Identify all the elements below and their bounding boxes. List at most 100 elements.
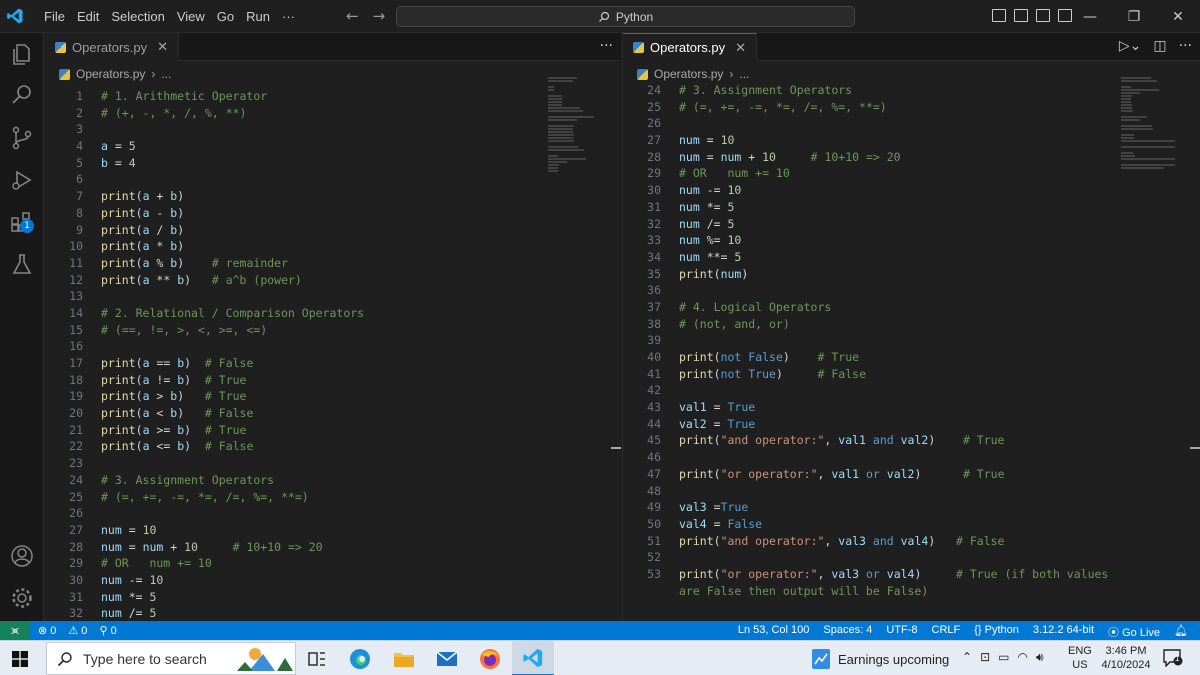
code-line[interactable]: 35 print(num) (623, 266, 1200, 283)
menu-file[interactable]: File (38, 9, 71, 24)
menu-edit[interactable]: Edit (71, 9, 105, 24)
code-line[interactable]: 53 print("or operator:", val3 or val4) # … (623, 566, 1200, 583)
code-line[interactable]: 45 print("and operator:", val1 and val2) … (623, 432, 1200, 449)
chevron-up-icon[interactable]: ⌃ (962, 650, 972, 665)
scrollbar[interactable] (609, 77, 621, 621)
code-line[interactable]: 6 (45, 171, 621, 188)
code-line[interactable]: 43 val1 = True (623, 399, 1200, 416)
search-icon[interactable] (9, 82, 35, 108)
code-line[interactable]: 29 # OR num += 10 (623, 165, 1200, 182)
code-line[interactable]: 26 (623, 115, 1200, 132)
settings-gear-icon[interactable] (9, 585, 35, 611)
account-icon[interactable] (9, 543, 35, 569)
code-line[interactable]: 37 # 4. Logical Operators (623, 299, 1200, 316)
forward-arrow-icon[interactable]: → (373, 7, 386, 25)
toggle-secondary-sidebar-icon[interactable] (1036, 9, 1050, 22)
code-line[interactable]: 39 (623, 332, 1200, 349)
code-line[interactable]: 47 print("or operator:", val1 or val2) # … (623, 466, 1200, 483)
back-arrow-icon[interactable]: ← (346, 7, 359, 25)
code-line[interactable]: 31 num *= 5 (45, 589, 621, 606)
code-line[interactable]: 7 print(a + b) (45, 188, 621, 205)
minimap[interactable] (548, 77, 606, 177)
toggle-sidebar-icon[interactable] (992, 9, 1006, 22)
code-area[interactable]: 24 # 3. Assignment Operators 25 # (=, +=, -… (623, 82, 1200, 599)
code-line[interactable]: 14 # 2. Relational / Comparison Operators (45, 305, 621, 322)
code-line[interactable]: 30 num -= 10 (623, 182, 1200, 199)
encoding[interactable]: UTF-8 (886, 624, 917, 640)
code-line[interactable]: 22 print(a <= b) # False (45, 438, 621, 455)
code-line[interactable]: 46 (623, 449, 1200, 466)
code-line[interactable]: 32 num /= 5 (623, 216, 1200, 233)
mail-icon[interactable] (435, 647, 459, 671)
code-line[interactable]: 11 print(a % b) # remainder (45, 255, 621, 272)
breadcrumb-symbol[interactable]: ... (739, 67, 749, 81)
code-line[interactable]: 34 num **= 5 (623, 249, 1200, 266)
code-line[interactable]: 48 (623, 483, 1200, 500)
code-line[interactable]: 24 # 3. Assignment Operators (45, 472, 621, 489)
more-actions-icon[interactable]: ··· (600, 38, 613, 54)
toggle-panel-icon[interactable] (1014, 9, 1028, 22)
code-line[interactable]: 31 num *= 5 (623, 199, 1200, 216)
code-line[interactable]: 5 b = 4 (45, 155, 621, 172)
code-line[interactable]: 21 print(a >= b) # True (45, 422, 621, 439)
code-line[interactable]: 44 val2 = True (623, 416, 1200, 433)
menu-go[interactable]: Go (211, 9, 240, 24)
code-line[interactable]: 13 (45, 288, 621, 305)
python-interpreter[interactable]: 3.12.2 64-bit (1033, 624, 1094, 640)
menu-selection[interactable]: Selection (105, 9, 170, 24)
tab-operators-right[interactable]: Operators.py ✕ (623, 33, 758, 61)
file-explorer-icon[interactable] (392, 647, 416, 671)
menu-view[interactable]: View (171, 9, 211, 24)
code-line[interactable]: 28 num = num + 10 # 10+10 => 20 (45, 539, 621, 556)
clock[interactable]: 3:46 PM 4/10/2024 (1100, 644, 1152, 672)
code-line[interactable]: 32 num /= 5 (45, 605, 621, 621)
code-line[interactable]: 23 (45, 455, 621, 472)
code-line[interactable]: 49 val3 =True (623, 499, 1200, 516)
code-line[interactable]: 40 print(not False) # True (623, 349, 1200, 366)
minimize-icon[interactable]: — (1068, 0, 1112, 33)
tab-operators-left[interactable]: Operators.py ✕ (45, 33, 180, 61)
code-line[interactable]: 24 # 3. Assignment Operators (623, 82, 1200, 99)
notification-center-icon[interactable]: 1 (1163, 649, 1183, 668)
close-tab-icon[interactable]: ✕ (157, 39, 168, 55)
cursor-position[interactable]: Ln 53, Col 100 (738, 624, 810, 640)
code-line[interactable]: 33 num %= 10 (623, 232, 1200, 249)
source-control-icon[interactable] (9, 125, 35, 151)
meet-now-icon[interactable]: ⊡ (980, 650, 990, 665)
go-live-button[interactable]: ⦿ Go Live (1108, 624, 1160, 640)
code-line[interactable]: 51 print("and operator:", val3 and val4) … (623, 533, 1200, 550)
code-line[interactable]: 41 print(not True) # False (623, 366, 1200, 383)
code-line[interactable]: 18 print(a != b) # True (45, 372, 621, 389)
code-line[interactable]: 15 # (==, !=, >, <, >=, <=) (45, 322, 621, 339)
restore-icon[interactable]: ❐ (1112, 0, 1156, 33)
code-line[interactable]: 10 print(a * b) (45, 238, 621, 255)
code-area[interactable]: 1 # 1. Arithmetic Operator 2 # (+, -, *, /,… (45, 88, 621, 621)
news-widget[interactable]: Earnings upcoming (812, 649, 949, 669)
code-line[interactable]: 30 num -= 10 (45, 572, 621, 589)
run-python-file-icon[interactable]: ▷⌄ (1119, 38, 1142, 54)
breadcrumb-file[interactable]: Operators.py (76, 67, 145, 81)
close-icon[interactable]: ✕ (1156, 0, 1200, 33)
code-line[interactable]: 52 (623, 549, 1200, 566)
code-line[interactable]: 25 # (=, +=, -=, *=, /=, %=, **=) (623, 99, 1200, 116)
more-actions-icon[interactable]: ··· (1179, 38, 1192, 54)
code-line[interactable]: 25 # (=, +=, -=, *=, /=, %=, **=) (45, 489, 621, 506)
run-debug-icon[interactable] (9, 167, 35, 193)
input-language[interactable]: ENG US (1068, 644, 1092, 672)
vscode-taskbar-active[interactable] (512, 641, 554, 675)
volume-icon[interactable]: 🔊︎ (1036, 650, 1044, 665)
code-line[interactable]: 4 a = 5 (45, 138, 621, 155)
code-line[interactable]: 29 # OR num += 10 (45, 555, 621, 572)
scrollbar[interactable] (1188, 77, 1200, 621)
battery-icon[interactable]: ▭ (998, 650, 1009, 665)
taskbar-search-box[interactable]: Type here to search (46, 642, 296, 675)
breadcrumb-file[interactable]: Operators.py (654, 67, 723, 81)
code-line[interactable]: 2 # (+, -, *, /, %, **) (45, 105, 621, 122)
code-line[interactable]: 28 num = num + 10 # 10+10 => 20 (623, 149, 1200, 166)
explorer-icon[interactable] (9, 41, 35, 67)
wifi-icon[interactable]: ◠ (1017, 650, 1027, 665)
remote-indicator-icon[interactable]: ⪤ (0, 621, 30, 640)
windows-start-icon[interactable] (12, 651, 28, 667)
code-line[interactable]: 16 (45, 338, 621, 355)
code-line[interactable]: 9 print(a / b) (45, 222, 621, 239)
